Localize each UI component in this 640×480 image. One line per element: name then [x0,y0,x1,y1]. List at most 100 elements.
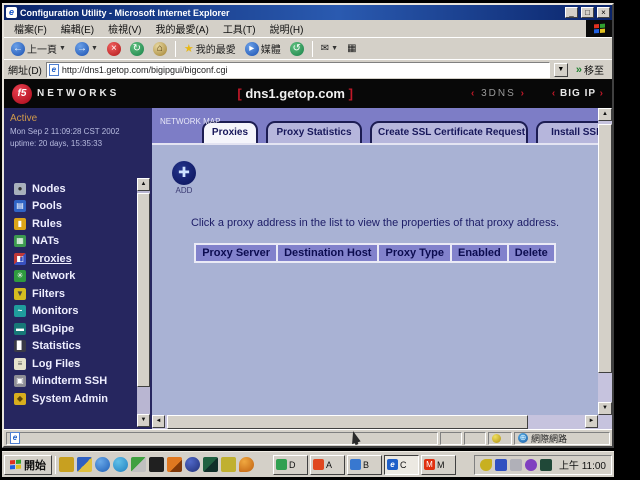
task-button-ie-active[interactable]: eC [384,455,419,475]
sidebar-item-network[interactable]: ✳Network [14,268,108,286]
forward-button[interactable]: → ▼ [72,41,101,57]
sidebar-item-bigpipe[interactable]: ▬BIGpipe [14,320,108,338]
scroll-left-icon[interactable]: ◄ [152,415,165,428]
menu-favorites[interactable]: 我的最愛(A) [149,20,214,37]
quicklaunch-icon[interactable] [149,457,164,472]
start-button[interactable]: 開始 [4,455,52,475]
sidebar-item-rules[interactable]: ▮Rules [14,215,108,233]
network-map-label: NETWORK MAP [160,117,220,126]
network-map-button[interactable]: NETWORK MAP [160,111,198,129]
sidebar-scroll-thumb[interactable] [137,193,150,387]
quicklaunch-icon[interactable] [221,457,236,472]
sidebar-item-nats[interactable]: ▦NATs [14,233,108,251]
tray-icon[interactable] [540,459,552,471]
scroll-up-icon[interactable]: ▲ [137,178,150,191]
stop-button[interactable]: × [104,41,124,57]
vertical-scrollbar[interactable]: ▲ ▼ [598,108,612,429]
scroll-down-icon[interactable]: ▼ [137,414,150,427]
tab-install-ssl-certificate[interactable]: Install SSL Certif [536,121,598,143]
favorites-button[interactable]: ★ 我的最愛 [181,40,239,57]
task-button-3[interactable]: B [347,455,382,475]
media-button[interactable]: ▸ 媒體 [242,40,284,57]
browser-window: e Configuration Utility - Microsoft Inte… [2,3,614,448]
horizontal-scrollbar[interactable]: ◄ ► [152,415,598,429]
add-button[interactable]: ✚ ADD [170,161,198,195]
forward-dropdown-icon[interactable]: ▼ [91,45,98,52]
quicklaunch-icon[interactable] [113,457,128,472]
tab-create-ssl-certificate-request[interactable]: Create SSL Certificate Request [370,121,528,143]
address-input[interactable]: e http://dns1.getop.com/bigipgui/bigconf… [46,62,550,78]
go-arrow-icon: » [576,64,582,76]
tray-icon[interactable] [510,459,522,471]
menu-help[interactable]: 說明(H) [264,20,310,37]
add-plus-icon: ✚ [172,161,196,185]
home-button[interactable]: ⌂ [150,41,170,57]
refresh-button[interactable]: ↻ [127,41,147,57]
col-delete: Delete [508,244,555,262]
quicklaunch-icon[interactable] [77,457,92,472]
task-button-1[interactable]: D [273,455,308,475]
sidebar-item-log-files[interactable]: ≡Log Files [14,355,108,373]
sidebar-item-nodes[interactable]: ●Nodes [14,180,108,198]
sidebar-scrollbar[interactable]: ▲ ▼ [137,178,150,427]
address-url: http://dns1.getop.com/bigipgui/bigconf.c… [62,65,547,75]
sidebar-item-monitors[interactable]: ~Monitors [14,303,108,321]
history-button[interactable]: ↺ [287,41,307,57]
security-icon [492,434,501,443]
media-icon: ▸ [245,42,259,56]
col-proxy-server: Proxy Server [195,244,277,262]
link-3dns[interactable]: ‹ 3DNS › [471,88,526,99]
tray-icon[interactable] [495,459,507,471]
scroll-right-icon[interactable]: ► [585,415,598,428]
quicklaunch-icon[interactable] [185,457,200,472]
menu-view[interactable]: 檢視(V) [102,20,147,37]
tray-icon[interactable] [525,459,537,471]
maximize-button[interactable]: □ [581,7,594,18]
go-button[interactable]: » 移至 [572,62,608,77]
mail-dropdown-icon[interactable]: ▼ [331,45,338,52]
go-label: 移至 [584,62,604,77]
statistics-icon: ▊ [14,340,26,352]
back-icon: ← [11,42,25,56]
back-dropdown-icon[interactable]: ▼ [59,45,66,52]
bigpipe-icon: ▬ [14,323,26,335]
vertical-scroll-thumb[interactable] [598,124,612,373]
tab-proxy-statistics[interactable]: Proxy Statistics [266,121,362,143]
menu-tools[interactable]: 工具(T) [217,20,262,37]
mail-button[interactable]: ✉▼ [318,42,341,55]
link-bigip[interactable]: ‹ BIG IP › [552,88,604,99]
favorites-star-icon: ★ [184,42,194,55]
sidebar-item-mindterm-ssh[interactable]: ▣Mindterm SSH [14,373,108,391]
address-dropdown-icon[interactable]: ▼ [554,63,568,77]
scroll-down-icon[interactable]: ▼ [598,402,612,415]
scroll-up-icon[interactable]: ▲ [598,108,612,121]
sidebar-item-system-admin[interactable]: ◆System Admin [14,390,108,408]
sidebar-item-proxies[interactable]: ◧Proxies [14,250,108,268]
speaker-icon[interactable] [480,459,492,471]
quicklaunch-icon[interactable] [239,457,254,472]
history-icon: ↺ [290,42,304,56]
close-button[interactable]: × [597,7,610,18]
quicklaunch-icon[interactable] [203,457,218,472]
sidebar-item-filters[interactable]: ▼Filters [14,285,108,303]
menu-file[interactable]: 檔案(F) [8,20,53,37]
menu-edit[interactable]: 編輯(E) [55,20,100,37]
minimize-button[interactable]: _ [565,7,578,18]
f5-logo-icon: f5 [12,84,32,104]
quicklaunch-icon[interactable] [59,457,74,472]
back-button[interactable]: ← 上一頁 ▼ [8,40,69,57]
table-header-row: Proxy Server Destination Host Proxy Type… [195,244,555,262]
sidebar-nav: ●Nodes ▤Pools ▮Rules ▦NATs ◧Proxies ✳Net… [14,180,108,408]
task-button-5[interactable]: MM [421,455,456,475]
instruction-text: Click a proxy address in the list to vie… [152,217,598,229]
horizontal-scroll-thumb[interactable] [167,415,528,429]
quicklaunch-icon[interactable] [167,457,182,472]
quicklaunch-icon[interactable] [131,457,146,472]
quicklaunch-icon[interactable] [95,457,110,472]
sidebar-item-pools[interactable]: ▤Pools [14,198,108,216]
sidebar-item-statistics[interactable]: ▊Statistics [14,338,108,356]
print-button[interactable]: ▦ [344,42,359,55]
taskbar: 開始 D A B eC MM 上午 11:00 [2,451,614,477]
task-button-2[interactable]: A [310,455,345,475]
taskbar-separator [55,456,56,474]
